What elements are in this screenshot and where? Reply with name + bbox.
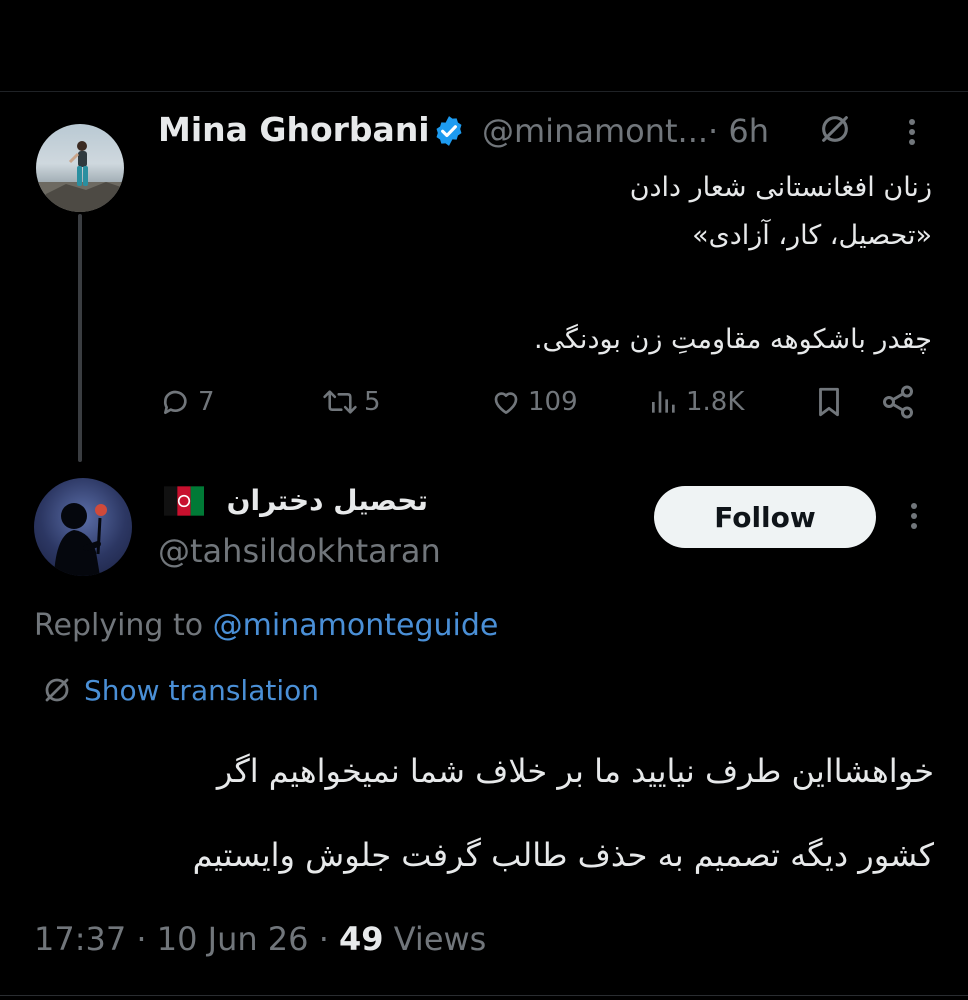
views-count: 1.8K — [686, 387, 745, 417]
reply-icon — [163, 390, 187, 414]
author-handle[interactable]: @minamont...· 6h — [482, 112, 769, 150]
reply-author-handle[interactable]: @tahsildokhtaran — [158, 532, 441, 570]
bookmark-icon[interactable] — [812, 384, 846, 420]
tweet-text-line: زنان افغانستانی شعار دادن — [629, 172, 932, 203]
tweet-text-line: چقدر باشکوهه مقاومتِ زن بودنگی. — [533, 324, 932, 355]
afghanistan-flag-icon — [164, 486, 204, 516]
author-name[interactable]: Mina Ghorbani — [158, 110, 430, 149]
reply-text-line: کشور دیگه تصمیم به حذف طالب گرفت جلوش وا… — [192, 836, 934, 874]
repost-icon — [323, 390, 357, 414]
like-icon — [494, 392, 518, 414]
top-divider — [0, 91, 968, 92]
replying-to: Replying to @minamonteguide — [34, 608, 498, 643]
thread-line — [78, 214, 82, 462]
like-button[interactable]: 109 — [490, 382, 578, 422]
handle-text: @minamont... — [482, 112, 709, 150]
reply-text-line: خواهشااین طرف نیایید ما بر خلاف شما نمیخ… — [216, 752, 934, 790]
replying-prefix: Replying to — [34, 608, 213, 643]
show-translation-button[interactable]: Show translation — [42, 670, 319, 710]
avatar-silhouette — [54, 503, 107, 576]
views-label: Views — [383, 920, 487, 958]
reply-count: 7 — [198, 387, 215, 417]
reply-author-name[interactable]: تحصیل دختران — [227, 484, 428, 517]
tweet-text-line: «تحصیل، کار، آزادی» — [692, 220, 932, 251]
views-icon — [652, 391, 675, 413]
grok-icon[interactable] — [818, 112, 852, 146]
like-count: 109 — [528, 387, 578, 417]
verified-badge-icon — [436, 116, 462, 146]
tweet-meta: 17:37 · 10 Jun 26 · 49 Views — [34, 920, 486, 958]
replying-mention-link[interactable]: @minamonteguide — [213, 608, 499, 643]
reply-button[interactable]: 7 — [160, 382, 215, 422]
tweet-time: · 6h — [708, 112, 770, 150]
follow-button[interactable]: Follow — [654, 486, 876, 548]
timestamp: 17:37 · 10 Jun 26 · — [34, 920, 340, 958]
repost-button[interactable]: 5 — [322, 382, 381, 422]
avatar-photo — [36, 141, 124, 212]
more-icon[interactable] — [902, 114, 922, 150]
bottom-divider — [0, 995, 968, 996]
views-button[interactable]: 1.8K — [648, 382, 744, 422]
avatar-tahsildokhtaran[interactable] — [34, 478, 132, 576]
show-translation-label: Show translation — [84, 673, 320, 707]
repost-count: 5 — [364, 387, 381, 417]
share-icon[interactable] — [880, 384, 916, 420]
avatar-mina[interactable] — [36, 124, 124, 212]
more-icon[interactable] — [904, 498, 924, 534]
translate-icon — [45, 678, 69, 702]
views-total: 49 — [339, 920, 384, 958]
